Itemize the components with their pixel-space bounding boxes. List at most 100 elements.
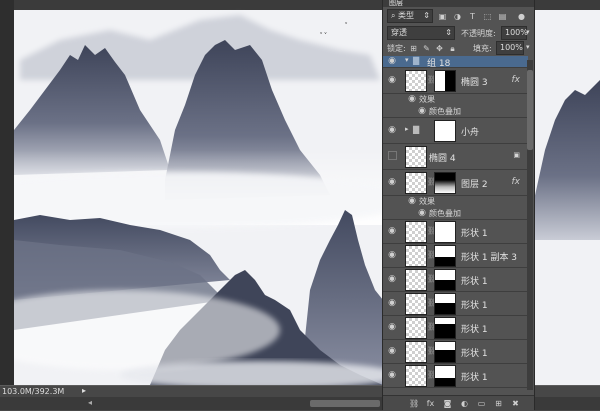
mask-thumbnail bbox=[434, 269, 456, 291]
layer-name: 椭圆 4 bbox=[429, 154, 456, 164]
lock-position-icon[interactable]: ✥ bbox=[435, 44, 444, 53]
layer-name: 形状 1 bbox=[461, 373, 488, 383]
layer-row-shape-copy3[interactable]: ◉ ⛓ 形状 1 副本 3 bbox=[383, 243, 528, 268]
link-layers-icon[interactable]: ⛓ bbox=[409, 399, 419, 408]
layer-row-shape[interactable]: ◉ ⛓ 形状 1 bbox=[383, 219, 528, 244]
lock-image-icon[interactable]: ✎ bbox=[422, 44, 431, 53]
expand-arrow-icon[interactable]: ▾ bbox=[405, 56, 409, 64]
lock-all-icon[interactable]: 🔒︎ bbox=[448, 44, 457, 53]
layer-row-shape[interactable]: ◉ ⛓ 形状 1 bbox=[383, 363, 528, 388]
layer-row-shape[interactable]: ◉ ⛓ 形状 1 bbox=[383, 315, 528, 340]
blend-mode-select[interactable]: 穿透 ⇕ bbox=[387, 26, 455, 40]
fill-field[interactable]: 100% bbox=[496, 41, 524, 55]
filter-select[interactable]: ⌕ 类型 ⇕ bbox=[387, 9, 433, 23]
fx-icon[interactable]: fx bbox=[512, 177, 521, 187]
layer-name: 形状 1 bbox=[461, 229, 488, 239]
visibility-eye-icon[interactable]: ◉ bbox=[387, 370, 397, 380]
visibility-eye-icon[interactable]: ◉ bbox=[387, 125, 397, 135]
mask-thumbnail bbox=[434, 172, 456, 194]
horizontal-scroll-thumb[interactable] bbox=[310, 400, 380, 407]
visibility-eye-icon[interactable]: ◉ bbox=[387, 346, 397, 356]
layer-row-ellipse3[interactable]: ◉ ⛓ 椭圆 3 fx bbox=[383, 67, 528, 94]
visibility-eye-icon[interactable]: ◉ bbox=[387, 226, 397, 236]
layer-row-shape[interactable]: ◉ ⛓ 形状 1 bbox=[383, 291, 528, 316]
layer-thumbnail bbox=[405, 245, 427, 267]
visibility-eye-icon[interactable]: ◉ bbox=[387, 322, 397, 332]
adjustment-filter-icon[interactable]: ◑ bbox=[453, 12, 462, 21]
layer-thumbnail bbox=[405, 341, 427, 363]
mask-thumbnail bbox=[434, 365, 456, 387]
visibility-eye-icon[interactable]: ◉ bbox=[387, 250, 397, 260]
doc-size-readout: 103.0M/392.3M bbox=[2, 387, 65, 396]
layer-list: ◉ ▾ ▇ 组 18 ◉ ⛓ 椭圆 3 fx ◉ 效果 ◉ 颜色叠加 ◉ ▸ ▇ bbox=[383, 56, 528, 395]
visibility-eye-icon[interactable]: ◉ bbox=[417, 208, 427, 218]
mask-thumbnail bbox=[434, 341, 456, 363]
layers-panel: 图层 ⌕ 类型 ⇕ ▣ ◑ T ⬚ ▤ ● 穿透 ⇕ 不透明度: 100% ▾ … bbox=[383, 0, 534, 411]
lock-icon: ▣ bbox=[513, 151, 520, 159]
folder-icon: ▇ bbox=[413, 56, 420, 65]
layer-thumbnail bbox=[405, 293, 427, 315]
visibility-eye-icon[interactable]: ◉ bbox=[387, 298, 397, 308]
layer-row-shape[interactable]: ◉ ⛓ 形状 1 bbox=[383, 339, 528, 364]
filter-toggle-icon[interactable]: ● bbox=[517, 12, 526, 21]
effects-label: 效果 bbox=[419, 197, 435, 206]
layer-thumbnail bbox=[405, 70, 427, 92]
visibility-toggle-empty[interactable] bbox=[388, 151, 397, 160]
lock-row: 锁定: ⊞ ✎ ✥ 🔒︎ 填充: 100% ▾ bbox=[383, 41, 534, 56]
fx-icon[interactable]: fx bbox=[512, 75, 521, 85]
chevron-down-icon: ⇕ bbox=[423, 11, 430, 20]
layer-thumbnail bbox=[405, 269, 427, 291]
mask-thumbnail bbox=[434, 70, 456, 92]
visibility-eye-icon[interactable]: ◉ bbox=[407, 196, 417, 206]
filter-label: 类型 bbox=[398, 11, 415, 20]
layer-row-layer2[interactable]: ◉ ⛓ 图层 2 fx bbox=[383, 169, 528, 196]
fill-value: 100% bbox=[500, 43, 523, 52]
shape-filter-icon[interactable]: ⬚ bbox=[483, 12, 492, 21]
layers-scroll-thumb[interactable] bbox=[527, 70, 533, 150]
smart-object-filter-icon[interactable]: ▤ bbox=[498, 12, 507, 21]
opacity-value: 100% bbox=[505, 28, 528, 37]
mask-thumbnail bbox=[434, 293, 456, 315]
panel-bottom-toolbar: ⛓ fx ◙ ◐ ▭ ⊞ ✖ bbox=[383, 395, 534, 411]
layer-name: 椭圆 3 bbox=[461, 78, 488, 88]
type-filter-icon[interactable]: T bbox=[468, 12, 477, 21]
layer-row-shape[interactable]: ◉ ⛓ 形状 1 bbox=[383, 267, 528, 292]
layers-vertical-scrollbar[interactable] bbox=[527, 60, 533, 390]
visibility-eye-icon[interactable]: ◉ bbox=[387, 75, 397, 85]
folder-icon: ▇ bbox=[413, 125, 420, 134]
layer-thumbnail bbox=[405, 317, 427, 339]
pixel-filter-icon[interactable]: ▣ bbox=[438, 12, 447, 21]
mask-thumbnail bbox=[434, 221, 456, 243]
effects-row[interactable]: ◉ 效果 bbox=[383, 93, 528, 105]
layer-row-ellipse4[interactable]: 椭圆 4 ▣ bbox=[383, 143, 528, 170]
status-arrow-icon[interactable]: ▸ bbox=[82, 386, 86, 395]
visibility-eye-icon[interactable]: ◉ bbox=[387, 56, 397, 66]
visibility-eye-icon[interactable]: ◉ bbox=[387, 177, 397, 187]
adjustment-layer-icon[interactable]: ◐ bbox=[460, 399, 469, 408]
fill-label: 填充: bbox=[473, 44, 492, 53]
add-mask-icon[interactable]: ◙ bbox=[443, 399, 452, 408]
layer-thumbnail bbox=[405, 221, 427, 243]
visibility-eye-icon[interactable]: ◉ bbox=[407, 94, 417, 104]
lock-transparent-icon[interactable]: ⊞ bbox=[409, 44, 418, 53]
expand-arrow-icon[interactable]: ▸ bbox=[405, 125, 409, 133]
mask-thumbnail bbox=[434, 120, 456, 142]
layer-name: 小舟 bbox=[461, 128, 480, 138]
effects-row[interactable]: ◉ 效果 bbox=[383, 195, 528, 207]
scroll-left-icon[interactable]: ◂ bbox=[88, 398, 92, 407]
new-layer-icon[interactable]: ⊞ bbox=[494, 399, 503, 408]
mask-thumbnail bbox=[434, 245, 456, 267]
add-style-icon[interactable]: fx bbox=[426, 399, 435, 408]
visibility-eye-icon[interactable]: ◉ bbox=[417, 106, 427, 116]
opacity-field[interactable]: 100% bbox=[501, 26, 528, 40]
new-group-icon[interactable]: ▭ bbox=[477, 399, 486, 408]
fill-dropdown-icon[interactable]: ▾ bbox=[526, 43, 530, 51]
effects-label: 效果 bbox=[419, 95, 435, 104]
visibility-eye-icon[interactable]: ◉ bbox=[387, 274, 397, 284]
layer-name: 图层 2 bbox=[461, 180, 488, 190]
panel-tab-bar: 图层 bbox=[383, 0, 534, 7]
opacity-dropdown-icon[interactable]: ▾ bbox=[526, 28, 530, 36]
lock-label: 锁定: bbox=[387, 44, 406, 53]
layer-row-boat-group[interactable]: ◉ ▸ ▇ 小舟 bbox=[383, 117, 528, 144]
trash-icon[interactable]: ✖ bbox=[511, 399, 520, 408]
